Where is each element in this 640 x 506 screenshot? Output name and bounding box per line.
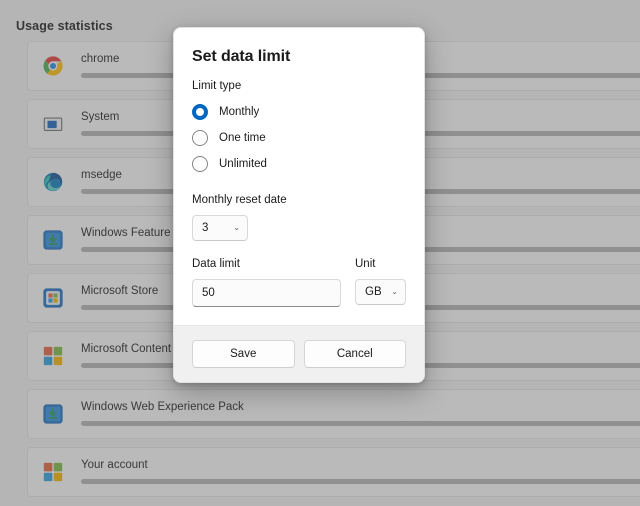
radio-mark-icon (192, 130, 208, 146)
radio-option-one-time[interactable]: One time (192, 127, 406, 149)
radio-option-monthly[interactable]: Monthly (192, 101, 406, 123)
set-data-limit-dialog: Set data limit Limit type Monthly One ti… (173, 27, 425, 383)
radio-label: One time (219, 132, 266, 144)
save-button[interactable]: Save (192, 340, 295, 368)
radio-label: Unlimited (219, 158, 267, 170)
dialog-footer: Save Cancel (174, 325, 424, 382)
monthly-reset-date-value: 3 (202, 222, 208, 234)
radio-option-unlimited[interactable]: Unlimited (192, 153, 406, 175)
unit-field-group: Unit GB ⌄ (355, 258, 406, 305)
dialog-body: Set data limit Limit type Monthly One ti… (174, 28, 424, 325)
chevron-down-icon: ⌄ (391, 288, 398, 296)
cancel-button[interactable]: Cancel (304, 340, 407, 368)
chevron-down-icon: ⌄ (233, 224, 240, 232)
unit-value: GB (365, 286, 382, 298)
unit-label: Unit (355, 258, 406, 270)
monthly-reset-date-section: Monthly reset date 3 ⌄ (192, 194, 406, 241)
data-limit-input[interactable]: 50 (192, 279, 341, 307)
limit-type-radio-group: Monthly One time Unlimited (192, 101, 406, 175)
radio-mark-selected-icon (192, 104, 208, 120)
radio-label: Monthly (219, 106, 259, 118)
radio-mark-icon (192, 156, 208, 172)
data-limit-label: Data limit (192, 258, 341, 270)
monthly-reset-date-dropdown[interactable]: 3 ⌄ (192, 215, 248, 241)
monthly-reset-date-label: Monthly reset date (192, 194, 406, 206)
unit-dropdown[interactable]: GB ⌄ (355, 279, 406, 305)
data-limit-row: Data limit 50 Unit GB ⌄ (192, 258, 406, 307)
limit-type-label: Limit type (192, 80, 406, 92)
data-limit-field-group: Data limit 50 (192, 258, 341, 307)
dialog-title: Set data limit (192, 48, 406, 66)
